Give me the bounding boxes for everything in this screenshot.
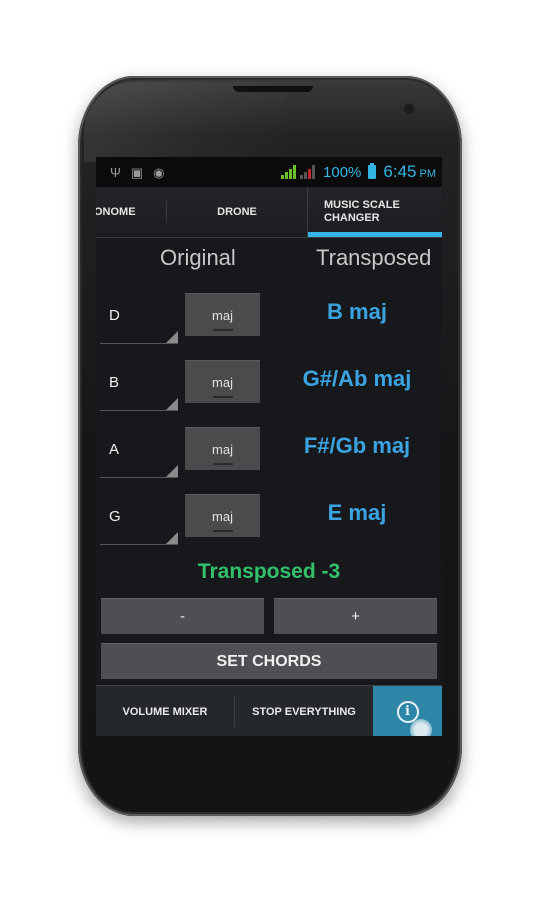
chord-row: G maj E maj: [96, 494, 442, 546]
chord-row: B maj G#/Ab maj: [96, 360, 442, 412]
android-icon: ◉: [153, 164, 165, 180]
tab-label: ONOME: [96, 206, 136, 218]
clock-ampm: PM: [419, 168, 437, 180]
root-note-value: G: [109, 508, 121, 525]
cell-signal-icon: [300, 165, 316, 179]
spinner-arrow-icon: [166, 398, 178, 410]
root-note-spinner[interactable]: G: [100, 494, 178, 545]
info-button[interactable]: i: [373, 686, 442, 736]
root-note-value: D: [109, 307, 120, 324]
chord-row: D maj B maj: [96, 293, 442, 345]
set-chords-button[interactable]: SET CHORDS: [101, 643, 437, 679]
battery-percent: 100%: [323, 163, 362, 181]
tab-metronome[interactable]: ONOME: [96, 187, 166, 237]
root-note-value: A: [109, 441, 120, 458]
wifi-signal-icon: [281, 165, 297, 179]
chord-quality-button[interactable]: maj: [185, 494, 260, 537]
tab-label-line2: CHANGER: [324, 212, 380, 224]
tab-label-line1: MUSIC SCALE: [324, 199, 400, 211]
selected-tab-indicator: [308, 232, 442, 237]
battery-icon: [368, 163, 377, 179]
spinner-arrow-icon: [166, 465, 178, 477]
volume-mixer-button[interactable]: VOLUME MIXER: [96, 686, 234, 736]
image-icon: ▣: [130, 164, 144, 180]
root-note-spinner[interactable]: B: [100, 360, 178, 411]
toggle-indicator: [213, 530, 233, 532]
tab-music-scale-changer[interactable]: MUSIC SCALE CHANGER: [307, 187, 442, 237]
status-bar: Ψ ▣ ◉ 100% 6:45 PM: [96, 157, 442, 187]
phone-sheen: [84, 82, 284, 162]
chord-quality-button[interactable]: maj: [185, 427, 260, 470]
root-note-value: B: [109, 374, 120, 391]
touch-indicator: [410, 719, 432, 736]
chord-quality-label: maj: [212, 441, 233, 457]
bottom-action-bar: VOLUME MIXER STOP EVERYTHING i: [96, 685, 442, 736]
app-screen: Ψ ▣ ◉ 100% 6:45 PM ONOME DRONE MUSIC SCAL…: [96, 157, 442, 736]
transposed-chord: B maj: [327, 299, 387, 324]
toggle-indicator: [213, 396, 233, 398]
clock-time: 6:45: [383, 162, 417, 181]
chord-row: A maj F#/Gb maj: [96, 427, 442, 479]
transposition-amount: Transposed -3: [197, 560, 341, 583]
transpose-up-button[interactable]: +: [274, 598, 437, 634]
usb-icon: Ψ: [110, 164, 121, 180]
tab-bar: ONOME DRONE MUSIC SCALE CHANGER: [96, 187, 442, 238]
tab-drone[interactable]: DRONE: [166, 201, 307, 223]
chord-quality-label: maj: [212, 508, 233, 524]
spinner-arrow-icon: [166, 532, 178, 544]
chord-quality-button[interactable]: maj: [185, 360, 260, 403]
chord-quality-label: maj: [212, 307, 233, 323]
stop-everything-button[interactable]: STOP EVERYTHING: [234, 696, 373, 727]
front-camera: [404, 104, 414, 114]
tab-label: DRONE: [217, 206, 257, 218]
transposed-chord: E maj: [327, 500, 387, 525]
original-column-header: Original: [160, 245, 236, 270]
spinner-arrow-icon: [166, 331, 178, 343]
transpose-down-button[interactable]: -: [101, 598, 264, 634]
root-note-spinner[interactable]: D: [100, 293, 178, 344]
chord-quality-label: maj: [212, 374, 233, 390]
toggle-indicator: [213, 329, 233, 331]
chord-quality-button[interactable]: maj: [185, 293, 260, 336]
transposed-chord: G#/Ab maj: [302, 366, 412, 391]
transposed-chord: F#/Gb maj: [303, 433, 411, 458]
transposed-column-header: Transposed: [316, 245, 432, 270]
earpiece-speaker: [233, 86, 313, 92]
clock: 6:45 PM: [383, 162, 436, 182]
toggle-indicator: [213, 463, 233, 465]
root-note-spinner[interactable]: A: [100, 427, 178, 478]
